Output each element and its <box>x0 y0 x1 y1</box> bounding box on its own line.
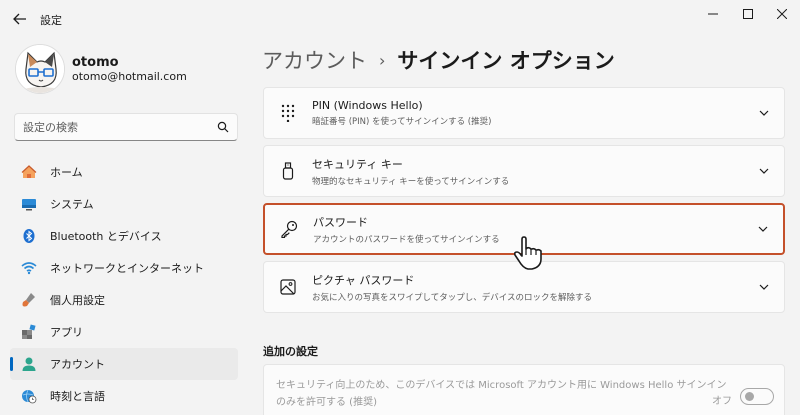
system-icon <box>20 195 38 213</box>
globe-clock-icon <box>20 387 38 405</box>
search-input[interactable] <box>23 120 217 134</box>
close-button[interactable] <box>767 4 797 24</box>
option-title: ピクチャ パスワード <box>312 273 415 287</box>
toggle-label: オフ <box>712 396 732 407</box>
option-subtitle: 物理的なセキュリティ キーを使ってサインインする <box>312 176 510 187</box>
minimize-icon <box>708 13 718 15</box>
hand-pointer-icon <box>510 235 546 271</box>
sidebar-nav: ホーム システム Bluetooth とデバイス ネットワークとインターネット … <box>10 156 238 412</box>
picture-icon <box>266 279 310 295</box>
breadcrumb-parent[interactable]: アカウント <box>262 45 367 75</box>
wifi-icon <box>20 259 38 277</box>
sidebar-item-personalization[interactable]: 個人用設定 <box>10 284 238 316</box>
option-subtitle: お気に入りの写真をスワイプしてタップし、デバイスのロックを解除する <box>312 292 592 303</box>
toggle-knob <box>745 392 754 401</box>
windows-hello-only-setting: セキュリティ向上のため、このデバイスでは Microsoft アカウント用に W… <box>263 364 785 415</box>
option-security-key[interactable]: セキュリティ キー 物理的なセキュリティ キーを使ってサインインする <box>263 145 785 197</box>
page-title: サインイン オプション <box>397 49 615 73</box>
maximize-button[interactable] <box>733 4 763 24</box>
option-subtitle: 暗証番号 (PIN) を使ってサインインする (推奨) <box>312 117 492 127</box>
sidebar-item-bluetooth[interactable]: Bluetooth とデバイス <box>10 220 238 252</box>
sidebar-item-label: ホーム <box>50 166 83 179</box>
apps-icon <box>20 323 38 341</box>
brush-icon <box>20 291 38 309</box>
sidebar-item-label: 個人用設定 <box>50 294 105 307</box>
account-icon <box>20 355 38 373</box>
avatar[interactable] <box>15 44 65 94</box>
option-title: PIN (Windows Hello) <box>312 99 423 112</box>
back-button[interactable] <box>10 10 30 28</box>
sidebar-item-home[interactable]: ホーム <box>10 156 238 188</box>
sidebar-item-accounts[interactable]: アカウント <box>10 348 238 380</box>
chevron-down-icon[interactable] <box>743 226 783 232</box>
chevron-down-icon[interactable] <box>744 284 784 290</box>
sidebar-item-label: システム <box>50 198 94 211</box>
setting-description: セキュリティ向上のため、このデバイスでは Microsoft アカウント用に W… <box>276 380 727 408</box>
toggle-switch[interactable] <box>740 388 774 405</box>
usb-key-icon <box>266 162 310 180</box>
option-title: セキュリティ キー <box>312 157 403 171</box>
user-email: otomo@hotmail.com <box>72 70 187 83</box>
back-arrow-icon <box>13 13 26 25</box>
breadcrumb: アカウント › サインイン オプション <box>262 45 615 75</box>
bluetooth-icon <box>20 227 38 245</box>
key-icon <box>267 220 311 238</box>
option-pin[interactable]: PIN (Windows Hello) 暗証番号 (PIN) を使ってサインイン… <box>263 87 785 139</box>
sidebar-item-time-language[interactable]: 時刻と言語 <box>10 380 238 412</box>
minimize-button[interactable] <box>698 4 728 24</box>
sidebar-item-label: 時刻と言語 <box>50 390 105 403</box>
option-title: パスワード <box>313 215 368 229</box>
sidebar-item-system[interactable]: システム <box>10 188 238 220</box>
sidebar-item-network[interactable]: ネットワークとインターネット <box>10 252 238 284</box>
title-bar: 設定 <box>0 0 800 38</box>
search-box[interactable] <box>14 113 238 141</box>
breadcrumb-separator: › <box>379 50 386 70</box>
home-icon <box>20 163 38 181</box>
chevron-down-icon[interactable] <box>744 168 784 174</box>
section-title: 追加の設定 <box>263 345 318 358</box>
sidebar-item-label: Bluetooth とデバイス <box>50 230 162 243</box>
sidebar-item-label: アプリ <box>50 326 83 339</box>
sidebar-item-label: ネットワークとインターネット <box>50 262 204 275</box>
chevron-down-icon[interactable] <box>744 110 784 116</box>
maximize-icon <box>743 9 753 19</box>
user-name: otomo <box>72 55 119 70</box>
close-icon <box>777 9 787 19</box>
search-icon[interactable] <box>217 121 229 133</box>
sidebar-item-apps[interactable]: アプリ <box>10 316 238 348</box>
cat-avatar-icon <box>16 45 64 93</box>
keypad-icon <box>266 104 310 122</box>
sidebar-item-label: アカウント <box>50 358 105 371</box>
app-title: 設定 <box>40 14 62 27</box>
